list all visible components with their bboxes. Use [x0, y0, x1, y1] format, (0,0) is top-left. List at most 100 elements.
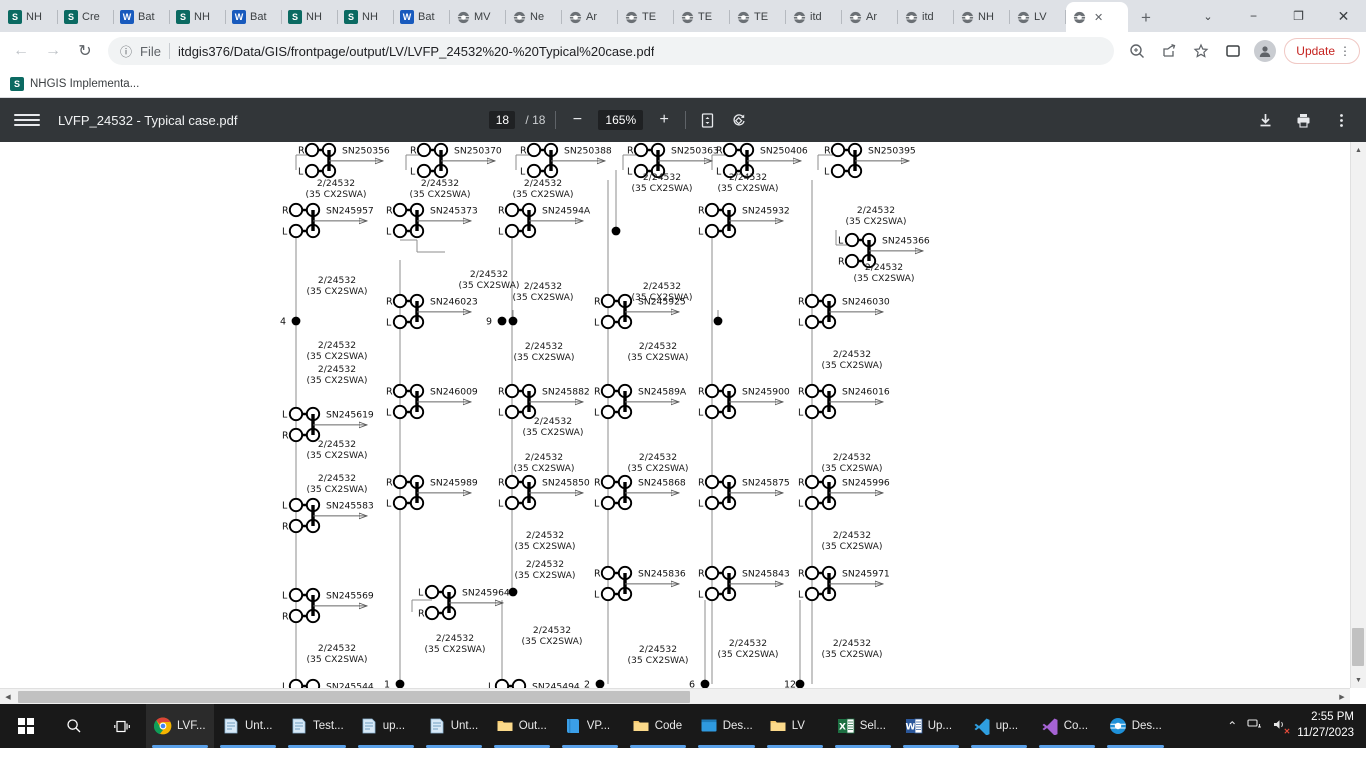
- taskbar-app-13[interactable]: Co...: [1033, 704, 1101, 748]
- taskbar-app-12[interactable]: up...: [965, 704, 1033, 748]
- browser-tab-13[interactable]: TE: [730, 2, 786, 32]
- taskbar-app-3[interactable]: up...: [352, 704, 420, 748]
- diagram-label: L: [698, 498, 704, 509]
- browser-tab-17[interactable]: NH: [954, 2, 1010, 32]
- taskbar-app-6[interactable]: VP...: [556, 704, 624, 748]
- share-icon[interactable]: [1154, 36, 1184, 66]
- toolbar-divider-2: [685, 111, 687, 129]
- globe-icon: [1072, 10, 1086, 24]
- taskbar-app-7[interactable]: Code: [624, 704, 692, 748]
- tab-search-button[interactable]: ⌄: [1185, 0, 1231, 32]
- pdf-viewer[interactable]: R L SN250356 R L SN250370 R L SN250388 R L SN250363…: [0, 142, 1366, 704]
- diagram-label: R: [698, 386, 705, 397]
- avatar[interactable]: [1254, 40, 1277, 62]
- more-vertical-icon[interactable]: ⋮: [1339, 44, 1351, 58]
- clock[interactable]: 2:55 PM 11/27/2023: [1297, 710, 1354, 741]
- scroll-down-arrow[interactable]: ▼: [1351, 672, 1366, 688]
- star-icon[interactable]: [1186, 36, 1216, 66]
- browser-tab-16[interactable]: itd: [898, 2, 954, 32]
- new-tab-button[interactable]: +: [1132, 4, 1160, 32]
- browser-tab-11[interactable]: TE: [618, 2, 674, 32]
- zoom-in-button[interactable]: +: [653, 109, 675, 131]
- scroll-right-arrow[interactable]: ▶: [1334, 689, 1350, 704]
- diagram-label: R: [627, 145, 634, 156]
- diagram-label: R: [698, 477, 705, 488]
- more-vertical-icon[interactable]: [1330, 109, 1352, 131]
- browser-tab-label: itd: [810, 11, 822, 23]
- taskbar-app-4[interactable]: Unt...: [420, 704, 488, 748]
- taskbar-app-14[interactable]: Des...: [1101, 704, 1170, 748]
- vertical-scroll-thumb[interactable]: [1352, 628, 1364, 666]
- browser-tab-2[interactable]: W Bat: [114, 2, 170, 32]
- browser-tab-10[interactable]: Ar: [562, 2, 618, 32]
- browser-tab-19[interactable]: ✕: [1066, 2, 1128, 32]
- browser-tab-0[interactable]: S NH: [2, 2, 58, 32]
- horizontal-scrollbar[interactable]: ◀ ▶: [0, 688, 1350, 704]
- back-button[interactable]: ←: [6, 36, 36, 66]
- task-view-icon[interactable]: [98, 704, 146, 748]
- bookmark-item-nhgis[interactable]: S NHGIS Implementa...: [10, 76, 139, 91]
- taskbar-app-1[interactable]: Unt...: [214, 704, 282, 748]
- reload-button[interactable]: ↻: [70, 36, 100, 66]
- rotate-icon[interactable]: [728, 109, 750, 131]
- forward-button[interactable]: →: [38, 36, 68, 66]
- windows-taskbar: LVF... Unt... Test... up... Unt... Out... VP..…: [0, 704, 1366, 748]
- diagram-label: SN245900: [742, 386, 790, 397]
- download-icon[interactable]: [1254, 109, 1276, 131]
- browser-tab-3[interactable]: S NH: [170, 2, 226, 32]
- browser-tab-18[interactable]: LV: [1010, 2, 1066, 32]
- volume-muted-icon[interactable]: ✕: [1272, 718, 1290, 736]
- diagram-label: 2/24532: [639, 452, 677, 463]
- sidebar-toggle-icon[interactable]: [14, 107, 40, 133]
- browser-tab-14[interactable]: itd: [786, 2, 842, 32]
- side-panel-icon[interactable]: [1218, 36, 1248, 66]
- taskbar-app-2[interactable]: Test...: [282, 704, 352, 748]
- browser-tab-15[interactable]: Ar: [842, 2, 898, 32]
- scroll-up-arrow[interactable]: ▲: [1351, 142, 1366, 158]
- browser-tab-5[interactable]: S NH: [282, 2, 338, 32]
- start-button[interactable]: [2, 704, 50, 748]
- maximize-button[interactable]: ❐: [1276, 0, 1321, 32]
- globe-icon: [456, 10, 470, 24]
- vertical-scrollbar[interactable]: ▲ ▼: [1350, 142, 1366, 688]
- fit-page-icon[interactable]: [696, 109, 718, 131]
- diagram-label: R: [698, 205, 705, 216]
- globe-icon: [736, 10, 750, 24]
- browser-tab-12[interactable]: TE: [674, 2, 730, 32]
- taskbar-app-10[interactable]: X Sel...: [829, 704, 897, 748]
- diagram-label: R: [386, 386, 393, 397]
- taskbar-app-5[interactable]: Out...: [488, 704, 556, 748]
- taskbar-app-8[interactable]: Des...: [692, 704, 761, 748]
- zoom-out-button[interactable]: −: [566, 109, 588, 131]
- address-bar[interactable]: ⓘ File itdgis376/Data/GIS/frontpage/outp…: [108, 37, 1115, 65]
- close-window-button[interactable]: ✕: [1321, 0, 1366, 32]
- update-button[interactable]: Update ⋮: [1284, 38, 1360, 64]
- horizontal-scroll-thumb[interactable]: [18, 691, 690, 703]
- taskbar-app-0[interactable]: LVF...: [146, 704, 214, 748]
- browser-tab-4[interactable]: W Bat: [226, 2, 282, 32]
- diagram-label: SN250395: [868, 145, 916, 156]
- close-tab-icon[interactable]: ✕: [1094, 11, 1103, 24]
- diagram-label: L: [386, 407, 392, 418]
- network-icon[interactable]: [1247, 718, 1262, 734]
- taskbar-app-9[interactable]: LV: [761, 704, 829, 748]
- page-number-input[interactable]: 18: [489, 111, 516, 129]
- browser-tab-9[interactable]: Ne: [506, 2, 562, 32]
- diagram-label: R: [298, 145, 305, 156]
- diagram-label: (35 CX2SWA): [513, 463, 574, 474]
- diagram-label: L: [627, 166, 633, 177]
- browser-toolbar: ← → ↻ ⓘ File itdgis376/Data/GIS/frontpag…: [0, 32, 1366, 70]
- search-icon[interactable]: [50, 704, 98, 748]
- browser-tab-8[interactable]: MV: [450, 2, 506, 32]
- browser-tab-7[interactable]: W Bat: [394, 2, 450, 32]
- scroll-left-arrow[interactable]: ◀: [0, 689, 16, 704]
- chevron-up-icon[interactable]: ⌃: [1227, 719, 1237, 733]
- print-icon[interactable]: [1292, 109, 1314, 131]
- diagram-label: 2/24532: [318, 275, 356, 286]
- minimize-button[interactable]: −: [1231, 0, 1276, 32]
- taskbar-app-11[interactable]: W Up...: [897, 704, 965, 748]
- browser-tab-1[interactable]: S Cre: [58, 2, 114, 32]
- search-plus-icon[interactable]: [1122, 36, 1152, 66]
- browser-tab-6[interactable]: S NH: [338, 2, 394, 32]
- diagram-label: L: [386, 226, 392, 237]
